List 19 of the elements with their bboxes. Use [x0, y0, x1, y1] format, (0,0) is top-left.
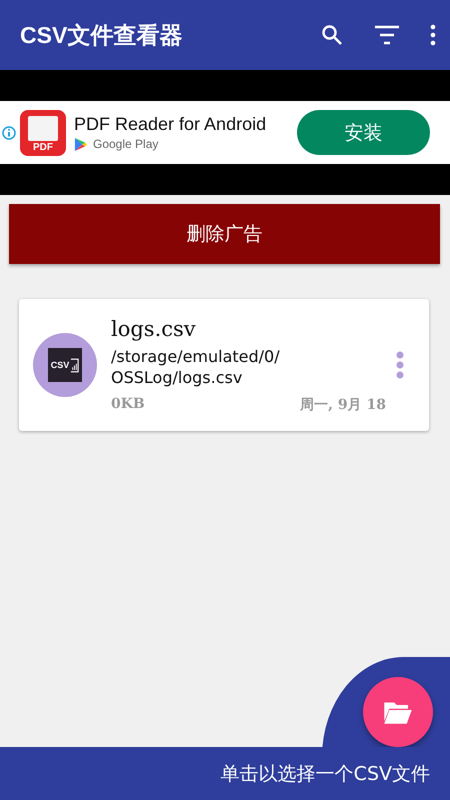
remove-ads-button[interactable]: 删除广告 [9, 204, 440, 264]
file-path: /storage/emulated/0/ OSSLog/logs.csv [111, 346, 281, 388]
filter-icon[interactable] [374, 24, 400, 46]
file-card[interactable]: CSV logs.csv /storage/emulated/0/ OSSLog/logs.csv 0KB 周一, 9月 18 [19, 299, 429, 431]
more-icon[interactable] [430, 24, 436, 46]
play-icon [74, 136, 87, 152]
ad-title[interactable]: PDF Reader for Android [74, 114, 297, 134]
csv-file-icon: CSV [33, 333, 97, 397]
file-date: 周一, 9月 18 [300, 396, 386, 414]
app-icon[interactable]: PDF [20, 110, 66, 156]
folder-icon [383, 700, 413, 724]
file-size: 0KB [111, 396, 145, 414]
install-button[interactable]: 安装 [297, 110, 430, 155]
hint-text: 单击以选择一个CSV文件 [220, 762, 430, 786]
app-title: CSV文件查看器 [20, 20, 182, 50]
info-icon[interactable] [2, 126, 16, 140]
store-name: Google Play [93, 137, 158, 151]
search-icon[interactable] [320, 23, 344, 47]
file-name: logs.csv [111, 316, 197, 340]
